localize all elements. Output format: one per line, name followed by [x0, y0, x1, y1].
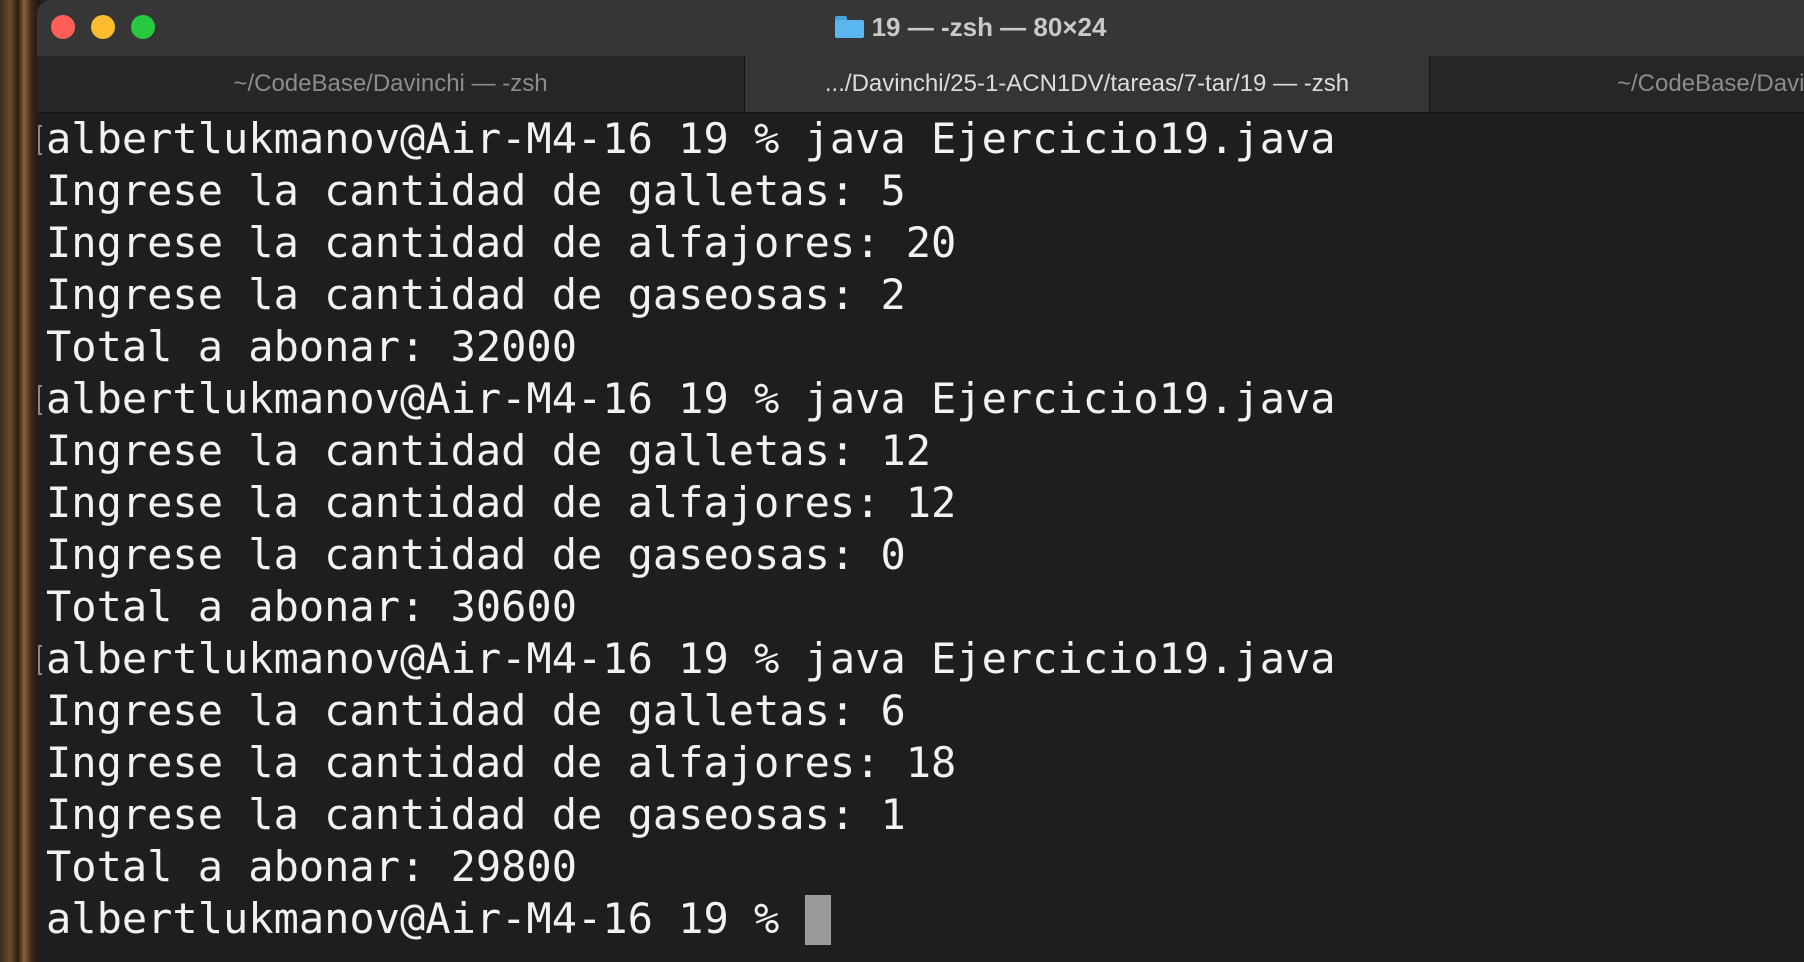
tab-davinchi[interactable]: ~/CodeBase/Davinchi — -zsh — [37, 56, 745, 112]
prompt-mark-icon — [38, 125, 42, 155]
terminal-window: 19 — -zsh — 80×24 ~/CodeBase/Davinchi — … — [37, 0, 1804, 962]
window-title: 19 — -zsh — 80×24 — [871, 12, 1107, 42]
current-prompt-line[interactable]: albertlukmanov@Air-M4-16 19 % — [46, 893, 831, 945]
terminal-line: Ingrese la cantidad de gaseosas: 0 — [46, 530, 906, 579]
terminal-line: Ingrese la cantidad de galletas: 5 — [46, 166, 906, 215]
terminal-line: Total a abonar: 32000 — [46, 322, 578, 371]
terminal-line: albertlukmanov@Air-M4-16 19 % java Ejerc… — [46, 374, 1336, 423]
terminal-output[interactable]: albertlukmanov@Air-M4-16 19 % java Ejerc… — [37, 113, 1804, 962]
text-cursor — [804, 895, 831, 945]
terminal-line: albertlukmanov@Air-M4-16 19 % java Ejerc… — [46, 114, 1336, 163]
terminal-line: Ingrese la cantidad de galletas: 12 — [46, 426, 932, 475]
terminal-line: Total a abonar: 30600 — [46, 582, 578, 631]
prompt-mark-icon — [38, 385, 42, 415]
terminal-line: Ingrese la cantidad de alfajores: 18 — [46, 738, 957, 787]
tab-bar: ~/CodeBase/Davinchi — -zsh .../Davinchi/… — [37, 56, 1804, 113]
tab-davinchi-2[interactable]: ~/CodeBase/Davinchi — [1430, 56, 1804, 112]
title-bar[interactable]: 19 — -zsh — 80×24 — [37, 0, 1804, 56]
folder-icon — [834, 16, 864, 38]
terminal-line: Ingrese la cantidad de gaseosas: 2 — [46, 270, 906, 319]
window-title-container: 19 — -zsh — 80×24 — [37, 10, 1804, 44]
tab-tarea-19-active[interactable]: .../Davinchi/25-1-ACN1DV/tareas/7-tar/19… — [745, 56, 1430, 112]
current-prompt: albertlukmanov@Air-M4-16 19 % — [46, 894, 805, 943]
desktop-background — [0, 0, 40, 962]
terminal-line: albertlukmanov@Air-M4-16 19 % java Ejerc… — [46, 634, 1336, 683]
terminal-line: Ingrese la cantidad de alfajores: 20 — [46, 218, 957, 267]
terminal-line: Ingrese la cantidad de alfajores: 12 — [46, 478, 957, 527]
terminal-line: Total a abonar: 29800 — [46, 842, 578, 891]
terminal-line: Ingrese la cantidad de galletas: 6 — [46, 686, 906, 735]
terminal-line: Ingrese la cantidad de gaseosas: 1 — [46, 790, 906, 839]
prompt-mark-icon — [38, 645, 42, 675]
